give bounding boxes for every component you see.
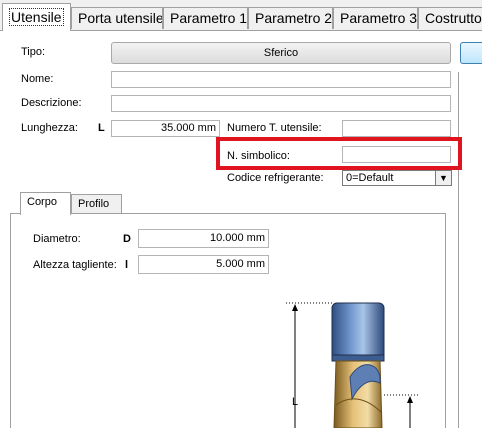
altezza-label: Altezza tagliente: bbox=[33, 259, 117, 271]
descrizione-input[interactable] bbox=[111, 95, 451, 112]
tab-porta-utensile-label: Porta utensile bbox=[78, 10, 163, 26]
numero-utensile-input[interactable] bbox=[342, 120, 451, 137]
lunghezza-symbol: L bbox=[98, 122, 105, 134]
tab-parametro-2-label: Parametro 2 bbox=[255, 10, 332, 26]
diametro-input[interactable]: 10.000 mm bbox=[138, 229, 269, 248]
simbolico-input[interactable] bbox=[342, 146, 451, 163]
tipo-label: Tipo: bbox=[21, 46, 45, 58]
lunghezza-label: Lunghezza: bbox=[21, 122, 78, 134]
tab-utensile[interactable]: Utensile bbox=[2, 3, 71, 31]
dimension-label-L: L bbox=[292, 396, 298, 408]
tab-parametro-2[interactable]: Parametro 2 bbox=[248, 7, 333, 29]
tab-costruttore[interactable]: Costruttore bbox=[418, 7, 482, 29]
refrigerante-label: Codice refrigerante: bbox=[227, 172, 324, 184]
arrow-up-icon bbox=[292, 304, 298, 311]
chevron-down-icon[interactable]: ▼ bbox=[435, 171, 451, 185]
tab-costruttore-label: Costruttore bbox=[425, 10, 482, 26]
subtab-profilo-label: Profilo bbox=[78, 198, 109, 210]
tab-utensile-label: Utensile bbox=[9, 8, 64, 26]
tool-collar bbox=[332, 355, 384, 361]
subtab-corpo[interactable]: Corpo bbox=[20, 192, 71, 215]
arrow-up-icon bbox=[407, 396, 413, 403]
tab-parametro-1-label: Parametro 1 bbox=[170, 10, 247, 26]
refrigerante-value: 0=Default bbox=[346, 172, 393, 184]
tipo-button[interactable]: Sferico bbox=[111, 42, 451, 64]
refrigerante-select[interactable]: 0=Default ▼ bbox=[342, 170, 452, 186]
nome-input[interactable] bbox=[111, 71, 451, 88]
numero-utensile-label: Numero T. utensile: bbox=[227, 122, 322, 134]
side-divider bbox=[458, 72, 459, 428]
nome-label: Nome: bbox=[21, 73, 53, 85]
descrizione-label: Descrizione: bbox=[21, 97, 82, 109]
tool-diagram: L bbox=[270, 295, 440, 428]
subtab-corpo-label: Corpo bbox=[27, 196, 57, 208]
side-button[interactable] bbox=[460, 42, 482, 64]
tool-shank bbox=[332, 303, 384, 361]
tab-parametro-3[interactable]: Parametro 3 bbox=[333, 7, 418, 29]
diametro-symbol: D bbox=[123, 233, 131, 245]
simbolico-label: N. simbolico: bbox=[227, 150, 290, 162]
tab-porta-utensile[interactable]: Porta utensile bbox=[71, 7, 163, 29]
altezza-symbol: l bbox=[125, 259, 128, 271]
tab-parametro-3-label: Parametro 3 bbox=[340, 10, 417, 26]
tab-bar: Utensile Porta utensile Parametro 1 Para… bbox=[0, 0, 482, 30]
diametro-label: Diametro: bbox=[33, 233, 81, 245]
subtab-profilo[interactable]: Profilo bbox=[71, 194, 122, 214]
altezza-input[interactable]: 5.000 mm bbox=[138, 255, 269, 274]
lunghezza-input[interactable]: 35.000 mm bbox=[111, 120, 220, 137]
tab-parametro-1[interactable]: Parametro 1 bbox=[163, 7, 248, 29]
